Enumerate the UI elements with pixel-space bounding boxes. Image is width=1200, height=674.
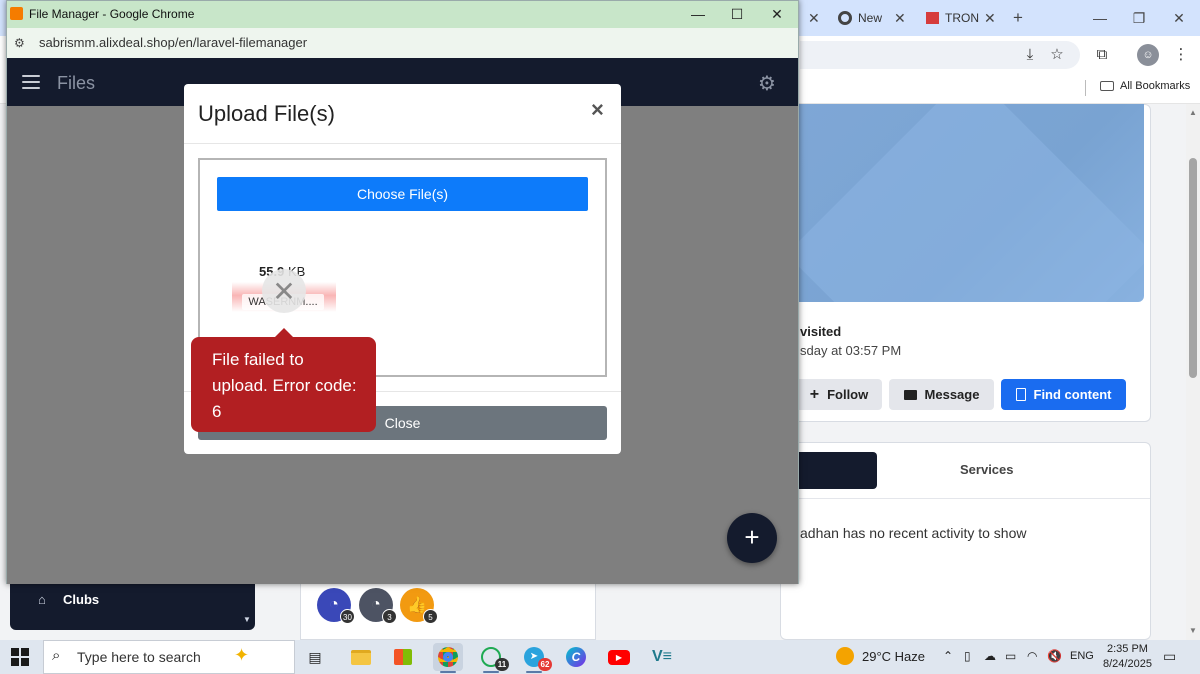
- popup-window-title: File Manager - Google Chrome: [29, 7, 195, 21]
- find-content-label: Find content: [1033, 387, 1112, 402]
- message-button[interactable]: Message: [889, 379, 994, 410]
- weather-text[interactable]: 29°C Haze: [862, 649, 925, 664]
- clock-time[interactable]: 2:35 PM: [1107, 643, 1148, 655]
- tab-close-icon[interactable]: ✕: [808, 10, 820, 27]
- chevron-down-icon[interactable]: ▼: [243, 615, 251, 624]
- find-content-button[interactable]: Find content: [1001, 379, 1126, 410]
- language-indicator[interactable]: ENG: [1070, 650, 1094, 662]
- blogger-icon: [10, 7, 23, 20]
- youtube-icon[interactable]: ▶: [604, 643, 634, 671]
- extensions-icon[interactable]: ⧉: [1091, 44, 1113, 66]
- choose-files-button[interactable]: Choose File(s): [217, 177, 588, 211]
- cloud-icon[interactable]: ☁: [984, 649, 996, 663]
- tab-close-icon[interactable]: ✕: [984, 10, 996, 27]
- tab-label: TRON: [945, 11, 979, 25]
- tron-icon: [926, 12, 939, 24]
- follow-button[interactable]: + Follow: [796, 379, 882, 410]
- tab-active[interactable]: [790, 452, 877, 489]
- weather-haze-icon[interactable]: [836, 647, 854, 665]
- battery-icon[interactable]: ▭: [1005, 649, 1016, 663]
- minimize-icon[interactable]: —: [1085, 6, 1115, 30]
- badge-count: 30: [340, 609, 355, 624]
- tab-label: New: [858, 11, 883, 25]
- badge-clock[interactable]: ◔ 30: [317, 588, 355, 624]
- follow-label: Follow: [827, 387, 869, 402]
- profile-cover-image: [790, 104, 1144, 302]
- tab-close-icon[interactable]: ✕: [894, 10, 906, 27]
- install-app-icon[interactable]: ⤓: [1019, 44, 1041, 66]
- copilot-sparkle-icon[interactable]: ✦: [234, 645, 249, 666]
- badge-count: 5: [423, 609, 438, 624]
- clock-date[interactable]: 8/24/2025: [1103, 658, 1152, 670]
- vs-app-icon[interactable]: V≡: [647, 643, 677, 671]
- message-label: Message: [924, 387, 980, 402]
- restore-icon[interactable]: ❐: [1124, 6, 1154, 30]
- file-manager-title: Files: [57, 73, 96, 93]
- tab-services[interactable]: Services: [960, 462, 1014, 477]
- close-window-icon[interactable]: ✕: [1164, 6, 1194, 30]
- scroll-down-icon[interactable]: ▼: [1188, 626, 1198, 636]
- whatsapp-icon[interactable]: 11: [476, 643, 509, 673]
- profile-avatar[interactable]: ☺: [1137, 44, 1159, 66]
- task-view-icon[interactable]: ▤: [300, 643, 330, 671]
- envelope-icon: [903, 389, 917, 400]
- speaker-muted-icon[interactable]: 🔇: [1047, 649, 1062, 663]
- popup-maximize-icon[interactable]: ☐: [722, 4, 752, 24]
- last-visited-date: sday at 03:57 PM: [800, 343, 902, 358]
- hamburger-menu-icon[interactable]: [22, 75, 40, 89]
- bookmarks-divider: [1085, 80, 1086, 96]
- popup-minimize-icon[interactable]: —: [683, 4, 713, 24]
- error-cross-icon: ✕: [262, 269, 306, 313]
- bookmark-star-icon[interactable]: ☆: [1046, 44, 1068, 66]
- telegram-badge: 62: [538, 658, 552, 671]
- whatsapp-badge: 11: [495, 658, 509, 671]
- browser-tab-tron[interactable]: TRON: [926, 6, 979, 30]
- folder-icon: [1100, 81, 1114, 91]
- badge-thumbs-up[interactable]: 👍 5: [400, 588, 438, 624]
- gear-icon[interactable]: ⚙: [758, 71, 776, 96]
- site-info-icon[interactable]: ⚙: [14, 36, 25, 50]
- clubs-icon: ⌂: [38, 592, 46, 607]
- wifi-icon[interactable]: ◠: [1027, 649, 1037, 663]
- chevron-up-icon[interactable]: ⌃: [943, 649, 953, 663]
- notification-icon[interactable]: ▭: [1163, 648, 1176, 665]
- windows-start-icon[interactable]: [11, 648, 29, 666]
- sidebar-item-clubs[interactable]: Clubs: [63, 592, 99, 607]
- add-fab-button[interactable]: +: [727, 513, 777, 563]
- chrome-icon: [838, 11, 852, 25]
- badge-clock[interactable]: ◔ 3: [359, 588, 397, 624]
- browser-tab-new[interactable]: New: [838, 6, 882, 30]
- canva-icon[interactable]: C: [561, 643, 591, 671]
- badge-count: 3: [382, 609, 397, 624]
- activity-empty-text: adhan has no recent activity to show: [800, 525, 1027, 541]
- scrollbar-thumb[interactable]: [1189, 158, 1197, 378]
- popup-url-text[interactable]: sabrismm.alixdeal.shop/en/laravel-filema…: [39, 35, 307, 50]
- modal-close-icon[interactable]: ×: [591, 97, 604, 123]
- popup-close-icon[interactable]: ✕: [762, 4, 792, 24]
- clock-icon: ◔: [329, 596, 339, 613]
- upload-error-tooltip: File failed to upload. Error code: 6: [191, 337, 376, 432]
- more-menu-icon[interactable]: ⋮: [1170, 44, 1192, 66]
- all-bookmarks-button[interactable]: All Bookmarks: [1100, 80, 1190, 92]
- search-icon: ⌕: [52, 647, 61, 664]
- modal-title: Upload File(s): [198, 101, 335, 126]
- document-icon: [1015, 388, 1026, 401]
- taskbar-search-placeholder[interactable]: Type here to search: [77, 649, 201, 665]
- all-bookmarks-label: All Bookmarks: [1120, 80, 1191, 92]
- new-tab-icon[interactable]: +: [1013, 8, 1023, 28]
- telegram-icon[interactable]: ➤ 62: [519, 643, 552, 673]
- microsoft-store-icon[interactable]: [388, 643, 418, 671]
- clock-icon: ◔: [371, 596, 381, 613]
- chrome-taskbar-icon[interactable]: [433, 643, 463, 673]
- scroll-up-icon[interactable]: ▲: [1188, 108, 1198, 118]
- file-explorer-icon[interactable]: [346, 643, 376, 671]
- sidebar-panel: [10, 584, 255, 630]
- device-icon[interactable]: ▯: [964, 649, 971, 663]
- plus-icon: +: [809, 385, 820, 403]
- last-visited-label: visited: [800, 324, 842, 339]
